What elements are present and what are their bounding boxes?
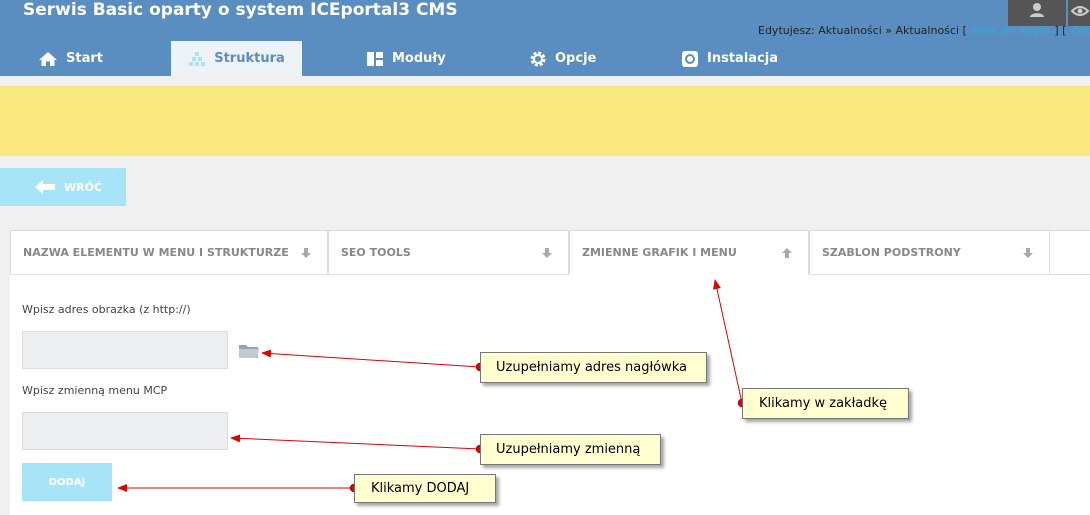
gear-icon: [530, 51, 546, 66]
arrow-up-icon: [782, 248, 792, 258]
arrow-left-icon: [35, 180, 55, 194]
eye-icon: [1071, 6, 1089, 16]
panel-tab-graphics-menu-label: ZMIENNE GRAFIK I MENU: [582, 246, 737, 259]
arrow-down-icon: [301, 248, 311, 258]
panel-tab-menu-name[interactable]: NAZWA ELEMENTU W MENU I STRUKTURZE: [10, 230, 328, 275]
back-button-label: WRÓĆ: [64, 180, 103, 194]
image-url-label: Wpisz adres obrazka (z http://): [22, 303, 191, 316]
arrow-down-icon: [1023, 248, 1033, 258]
back-button[interactable]: WRÓĆ: [0, 168, 126, 206]
tab-moduly-label: Moduły: [392, 51, 446, 66]
note-fill-variable: Uzupełniamy zmienną: [480, 434, 661, 465]
tab-start[interactable]: Start: [38, 41, 158, 76]
home-icon: [39, 51, 57, 66]
folder-icon[interactable]: [238, 342, 260, 360]
user-button[interactable]: [1008, 0, 1066, 26]
image-url-input[interactable]: [22, 331, 228, 369]
panel-tab-template[interactable]: SZABLON PODSTRONY: [809, 230, 1050, 275]
panel-tab-template-label: SZABLON PODSTRONY: [822, 246, 961, 259]
user-icon: [1030, 3, 1044, 17]
tab-opcje-label: Opcje: [555, 51, 597, 66]
tabs-divider: [1049, 274, 1090, 275]
tab-moduly[interactable]: Moduły: [366, 41, 486, 76]
tab-start-label: Start: [66, 51, 103, 66]
tab-instalacja-label: Instalacja: [707, 51, 778, 66]
finish-link[interactable]: Zakoń: [1070, 24, 1090, 37]
lifebuoy-icon: [682, 50, 698, 67]
app-title: Serwis Basic oparty o system ICEportal3 …: [23, 0, 458, 20]
tab-instalacja[interactable]: Instalacja: [681, 41, 811, 76]
panel-tab-menu-name-label: NAZWA ELEMENTU W MENU I STRUKTURZE: [23, 246, 289, 259]
arrow-down-icon: [542, 248, 552, 258]
tab-struktura[interactable]: Struktura: [171, 41, 302, 76]
menu-variable-input[interactable]: [22, 412, 228, 450]
preview-button[interactable]: [1068, 0, 1090, 26]
add-button[interactable]: DODAJ: [22, 463, 112, 501]
edit-notice-bar: [0, 86, 1090, 156]
note-click-add: Klikamy DODAJ: [354, 474, 496, 503]
tab-opcje[interactable]: Opcje: [529, 41, 639, 76]
panel-tab-seo-tools-label: SEO TOOLS: [341, 246, 411, 259]
menu-variable-label: Wpisz zmienną menu MCP: [22, 384, 168, 397]
structure-icon: [189, 51, 206, 66]
note-fill-header: Uzupełniamy adres nagłówka: [480, 352, 707, 383]
back-to-edit-link[interactable]: Wróć do edycji: [970, 24, 1051, 37]
panel-tab-seo-tools[interactable]: SEO TOOLS: [328, 230, 569, 275]
notice-prefix: Edytujesz: Aktualności » Aktualności [: [758, 24, 971, 37]
edit-notice-text: Edytujesz: Aktualności » Aktualności [ W…: [758, 24, 1090, 37]
panel-tab-graphics-menu[interactable]: ZMIENNE GRAFIK I MENU: [569, 230, 809, 275]
note-click-tab: Klikamy w zakładkę: [742, 388, 909, 419]
notice-middle: ] [: [1050, 24, 1070, 37]
modules-icon: [367, 51, 383, 66]
tab-struktura-label: Struktura: [214, 51, 285, 66]
